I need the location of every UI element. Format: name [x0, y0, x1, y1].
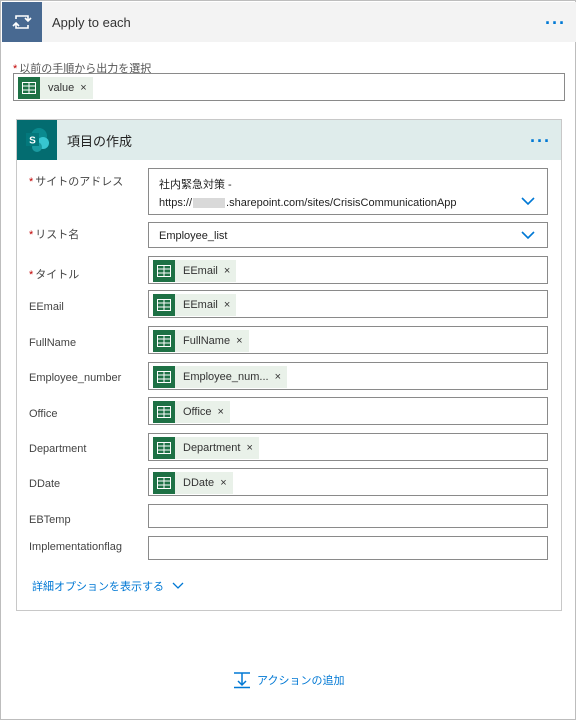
excel-icon [153, 401, 175, 423]
token-remove-button[interactable]: × [220, 477, 226, 489]
excel-icon [153, 472, 175, 494]
field-label-eemail: EEmail [29, 301, 64, 313]
select-output-input[interactable]: value × [13, 73, 565, 101]
token-remove-button[interactable]: × [275, 371, 281, 383]
field-label-employee-number: Employee_number [29, 372, 121, 384]
field-input-department[interactable]: Department × [148, 433, 548, 461]
excel-icon [153, 330, 175, 352]
site-address-dropdown[interactable]: 社内緊急対策 - https:// .sharepoint.com/sites/C… [148, 168, 548, 215]
field-label-office: Office [29, 408, 58, 420]
site-url-suffix: .sharepoint.com/sites/CrisisCommunicatio… [226, 197, 457, 209]
loop-icon [2, 2, 42, 42]
chevron-down-icon [521, 231, 535, 240]
dynamic-content-token[interactable]: EEmail × [153, 260, 237, 282]
required-marker: * [29, 269, 34, 281]
token-label: Department [183, 442, 241, 454]
dynamic-content-token[interactable]: FullName × [153, 330, 249, 352]
required-marker: * [29, 176, 34, 188]
field-input-implementationflag[interactable] [148, 536, 548, 560]
field-input-fullname[interactable]: FullName × [148, 326, 548, 354]
list-name-label: * リスト名 [29, 226, 79, 242]
excel-icon [153, 366, 175, 388]
token-label: EEmail [183, 265, 218, 277]
site-url-prefix: https:// [159, 197, 193, 209]
field-input-ddate[interactable]: DDate × [148, 468, 548, 496]
add-action-label: アクションの追加 [257, 675, 345, 687]
excel-icon [153, 294, 175, 316]
field-label-ebtemp: EBTemp [29, 514, 71, 526]
field-label-text: Department [29, 443, 87, 455]
excel-icon [18, 77, 40, 99]
card-more-button[interactable]: ··· [530, 132, 551, 150]
field-input-eemail[interactable]: EEmail × [148, 290, 548, 318]
field-label-text: Employee_number [29, 372, 122, 384]
field-label-department: Department [29, 443, 86, 455]
field-label-ddate: DDate [29, 478, 60, 490]
field-label-text: DDate [29, 478, 61, 490]
chevron-down-icon [172, 582, 184, 589]
field-label-text: FullName [29, 337, 77, 349]
value-token[interactable]: value × [18, 77, 93, 99]
site-address-label-text: サイトのアドレス [35, 176, 124, 188]
show-advanced-options-link[interactable]: 詳細オプションを表示する [32, 578, 184, 594]
token-remove-button[interactable]: × [236, 335, 242, 347]
token-remove-button[interactable]: × [224, 265, 230, 277]
create-item-header[interactable]: S 項目の作成 ··· [17, 120, 561, 160]
sharepoint-icon: S [17, 120, 57, 160]
field-input-title[interactable]: EEmail × [148, 256, 548, 284]
field-input-employee-number[interactable]: Employee_num... × [148, 362, 548, 390]
card-title: 項目の作成 [67, 133, 133, 149]
dynamic-content-token[interactable]: DDate × [153, 472, 233, 494]
site-address-label: * サイトのアドレス [29, 173, 123, 189]
excel-icon [153, 437, 175, 459]
field-input-ebtemp[interactable] [148, 504, 548, 528]
token-remove-button[interactable]: × [218, 406, 224, 418]
field-label-text: タイトル [35, 269, 80, 281]
field-label-text: EEmail [29, 301, 64, 313]
apply-to-each-title: Apply to each [52, 14, 131, 30]
site-url: https:// .sharepoint.com/sites/CrisisComm… [159, 197, 457, 209]
token-label: DDate [183, 477, 215, 489]
value-token-remove-button[interactable]: × [80, 82, 86, 94]
field-label-text: Office [29, 408, 58, 420]
create-item-card: S 項目の作成 ··· * サイトのアドレス 社内緊急対策 - https://.… [16, 119, 562, 611]
dynamic-content-token[interactable]: EEmail × [153, 294, 237, 316]
value-token-label: value [48, 82, 75, 94]
list-name-label-text: リスト名 [35, 229, 80, 241]
apply-to-each-more-button[interactable]: ··· [545, 14, 566, 32]
apply-to-each-header[interactable]: Apply to each ··· [2, 2, 576, 42]
token-label: EEmail [183, 299, 218, 311]
show-advanced-options-label: 詳細オプションを表示する [32, 581, 164, 593]
site-name: 社内緊急対策 - [159, 179, 232, 191]
redacted-tenant [193, 198, 226, 209]
add-action-button[interactable]: アクションの追加 [233, 671, 344, 689]
list-name-dropdown[interactable]: Employee_list [148, 222, 548, 248]
field-label-text: Implementationflag [29, 541, 122, 553]
dynamic-content-token[interactable]: Department × [153, 437, 259, 459]
dynamic-content-token[interactable]: Office × [153, 401, 230, 423]
excel-icon [153, 260, 175, 282]
chevron-down-icon [521, 197, 535, 206]
dynamic-content-token[interactable]: Employee_num... × [153, 366, 288, 388]
field-label-implementationflag: Implementationflag [29, 541, 122, 553]
apply-to-each-container: Apply to each ··· * 以前の手順から出力を選択 value × … [0, 0, 576, 720]
list-name-value: Employee_list [159, 230, 228, 242]
add-action-icon [234, 672, 250, 689]
token-remove-button[interactable]: × [246, 442, 252, 454]
field-input-office[interactable]: Office × [148, 397, 548, 425]
token-label: FullName [183, 335, 231, 347]
field-label-text: EBTemp [29, 514, 71, 526]
field-label-title: * タイトル [29, 266, 79, 282]
svg-text:S: S [29, 136, 36, 147]
token-remove-button[interactable]: × [224, 299, 230, 311]
field-label-fullname: FullName [29, 337, 76, 349]
required-marker: * [29, 229, 34, 241]
token-label: Office [183, 406, 212, 418]
token-label: Employee_num... [183, 371, 269, 383]
